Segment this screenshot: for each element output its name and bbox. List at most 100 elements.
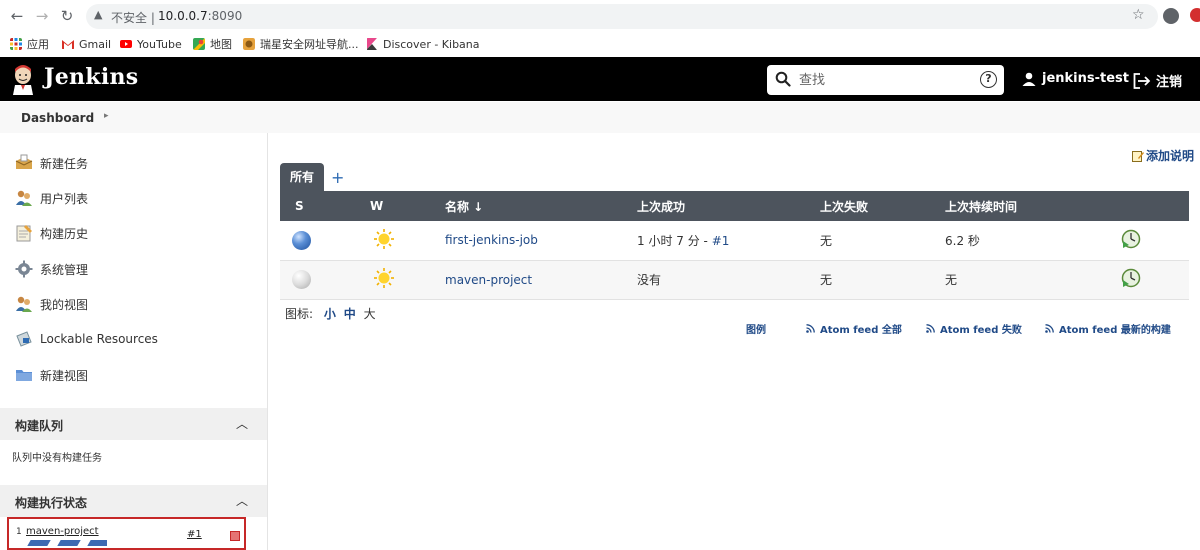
weather-sunny-icon <box>374 268 394 288</box>
jenkins-header: Jenkins ? jenkins-test 注销 <box>0 57 1200 101</box>
folder-icon <box>16 370 32 381</box>
kibana-icon <box>367 38 377 50</box>
last-duration: 无 <box>945 273 958 287</box>
atom-feed-all-link[interactable]: Atom feed 全部 <box>806 321 902 336</box>
column-last-success[interactable]: 上次成功 <box>635 191 818 221</box>
logout-link[interactable]: 注销 <box>1133 71 1182 90</box>
schedule-build-icon[interactable] <box>1121 268 1141 288</box>
last-success: 没有 <box>637 273 662 287</box>
breadcrumb-caret-icon[interactable]: ▸ <box>104 111 109 121</box>
bookmark-youtube[interactable]: YouTube <box>120 36 182 52</box>
search-input[interactable] <box>799 71 969 89</box>
rss-icon <box>926 324 935 333</box>
bookmark-label: 瑞星安全网址导航... <box>260 38 359 51</box>
forward-icon[interactable]: → <box>34 8 50 24</box>
browser-toolbar: ← → ↻ ▲ 不安全 | 10.0.0.7:8090 ☆ <box>0 0 1200 32</box>
schedule-build-icon[interactable] <box>1121 229 1141 249</box>
bookmark-label: 地图 <box>210 38 232 51</box>
people-icon <box>16 296 32 312</box>
insecure-label: 不安全 | <box>111 11 155 25</box>
rss-icon <box>806 324 815 333</box>
bookmark-rising[interactable]: 瑞星安全网址导航... <box>243 36 359 52</box>
icon-size-medium[interactable]: 中 <box>344 307 356 321</box>
task-new-view[interactable]: 新建视图 <box>15 365 88 385</box>
executor-job-link[interactable]: maven-project <box>26 526 99 537</box>
search-icon <box>775 71 791 87</box>
people-icon <box>16 190 32 206</box>
build-progress-bar <box>27 540 107 546</box>
column-last-failure[interactable]: 上次失败 <box>818 191 943 221</box>
task-label: 系统管理 <box>40 262 89 277</box>
task-label: 新建视图 <box>40 368 89 383</box>
bookmark-gmail[interactable]: Gmail <box>62 36 111 52</box>
reload-icon[interactable]: ↻ <box>59 8 75 24</box>
add-description-link[interactable]: 添加说明 <box>1132 147 1194 164</box>
extension-icon[interactable] <box>1190 8 1200 22</box>
last-failure: 无 <box>820 233 833 248</box>
executor-row: 1 maven-project #1 <box>7 517 246 550</box>
search-box: ? <box>767 65 1004 95</box>
bookmark-label: 应用 <box>27 38 49 51</box>
back-icon[interactable]: ← <box>9 8 25 24</box>
address-bar[interactable]: ▲ 不安全 | 10.0.0.7:8090 <box>86 4 1158 29</box>
bookmark-kibana[interactable]: Discover - Kibana <box>366 36 480 52</box>
task-label: 用户列表 <box>40 191 89 206</box>
edit-description-icon <box>1132 150 1144 162</box>
breadcrumb-dashboard[interactable]: Dashboard <box>21 111 94 125</box>
stop-build-icon[interactable] <box>230 531 240 541</box>
jenkins-logo-icon[interactable] <box>12 63 34 95</box>
executor-number: 1 <box>16 527 22 537</box>
status-blue-ball-icon <box>292 230 311 250</box>
icon-size-small[interactable]: 小 <box>324 307 336 321</box>
task-label: Lockable Resources <box>40 332 158 346</box>
gear-icon <box>15 260 33 278</box>
user-link[interactable]: jenkins-test <box>1022 71 1129 86</box>
new-item-icon <box>15 154 33 169</box>
rss-icon <box>1045 324 1054 333</box>
icon-size-large: 大 <box>363 307 376 321</box>
user-icon <box>1022 72 1036 86</box>
tab-all[interactable]: 所有 <box>280 163 324 191</box>
jenkins-wordmark[interactable]: Jenkins <box>44 64 138 90</box>
legend-link[interactable]: 图例 <box>746 321 766 336</box>
table-row: first-jenkins-job 1 小时 7 分 - #1 无 6.2 秒 <box>280 221 1189 261</box>
bookmark-apps[interactable]: 应用 <box>10 36 49 52</box>
status-grey-ball-icon <box>292 270 311 289</box>
column-status[interactable]: S <box>280 191 366 221</box>
lock-resource-icon <box>16 331 32 347</box>
task-manage-jenkins[interactable]: 系统管理 <box>15 259 88 279</box>
rising-lion-icon <box>243 38 255 50</box>
task-my-views[interactable]: 我的视图 <box>15 294 88 314</box>
column-actions <box>1105 191 1189 221</box>
collapse-chevron-icon[interactable]: ︿ <box>236 415 248 432</box>
last-success-build-link[interactable]: #1 <box>712 234 730 248</box>
bookmark-maps[interactable]: 地图 <box>193 36 232 52</box>
task-label: 我的视图 <box>40 297 89 312</box>
task-build-history[interactable]: 构建历史 <box>15 223 88 243</box>
warning-icon: ▲ <box>94 8 103 21</box>
executor-build-link[interactable]: #1 <box>187 529 202 540</box>
job-link[interactable]: maven-project <box>443 273 532 287</box>
atom-feed-failures-link[interactable]: Atom feed 失败 <box>926 321 1022 336</box>
bookmark-label: Gmail <box>79 37 112 51</box>
bookmark-star-icon[interactable]: ☆ <box>1132 7 1145 23</box>
apps-grid-icon <box>10 38 22 50</box>
url-text: 10.0.0.7:8090 <box>158 9 243 23</box>
gmail-icon <box>62 40 74 49</box>
task-label: 构建历史 <box>40 226 89 241</box>
bookmark-label: Discover - Kibana <box>383 37 480 51</box>
executors-header: 构建执行状态 ︿ <box>0 485 267 517</box>
help-icon[interactable]: ? <box>980 71 997 88</box>
task-lockable-resources[interactable]: Lockable Resources <box>15 329 158 349</box>
profile-avatar-icon[interactable] <box>1163 8 1179 24</box>
task-new-item[interactable]: 新建任务 <box>15 153 88 173</box>
collapse-chevron-icon[interactable]: ︿ <box>236 492 248 509</box>
job-link[interactable]: first-jenkins-job <box>443 233 538 247</box>
column-name[interactable]: 名称 ↓ <box>443 191 635 221</box>
column-weather[interactable]: W <box>366 191 443 221</box>
task-people[interactable]: 用户列表 <box>15 188 88 208</box>
column-last-duration[interactable]: 上次持续时间 <box>943 191 1105 221</box>
add-view-tab[interactable]: + <box>331 168 344 187</box>
atom-feed-latest-link[interactable]: Atom feed 最新的构建 <box>1045 321 1171 336</box>
bookmark-label: YouTube <box>137 37 182 51</box>
